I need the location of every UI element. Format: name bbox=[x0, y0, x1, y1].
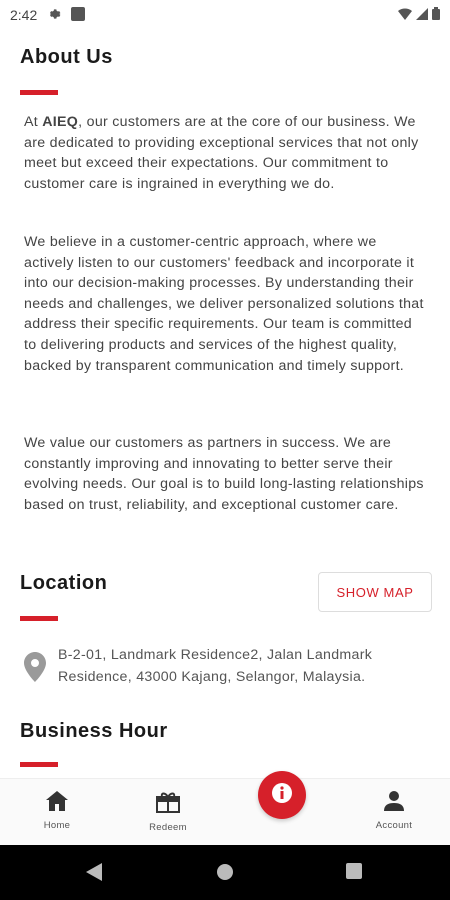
location-title-underline bbox=[20, 616, 58, 621]
home-icon bbox=[46, 791, 68, 816]
info-icon bbox=[271, 782, 293, 809]
about-content[interactable]: About Us At AIEQ, our customers are at t… bbox=[0, 30, 450, 778]
about-paragraph-2: We believe in a customer-centric approac… bbox=[24, 234, 424, 374]
about-p1-rest: , our customers are at the core of our b… bbox=[24, 114, 419, 192]
about-paragraph-1: At AIEQ, our customers are at the core o… bbox=[24, 112, 424, 194]
address-row: B-2-01, Landmark Residence2, Jalan Landm… bbox=[24, 644, 434, 688]
account-icon bbox=[384, 791, 404, 816]
business-hour-underline bbox=[20, 762, 58, 767]
gear-icon bbox=[47, 7, 61, 24]
nav-account[interactable]: Account bbox=[354, 791, 434, 831]
battery-icon bbox=[432, 7, 440, 23]
nav-home[interactable]: Home bbox=[17, 791, 97, 831]
business-hour-title: Business Hour bbox=[20, 720, 168, 742]
address-text: B-2-01, Landmark Residence2, Jalan Landm… bbox=[58, 647, 373, 685]
home-circle-icon[interactable] bbox=[216, 863, 234, 886]
show-map-button[interactable]: SHOW MAP bbox=[318, 572, 432, 612]
about-paragraph-3: We value our customers as partners in su… bbox=[24, 435, 424, 513]
signal-icon bbox=[416, 7, 428, 23]
system-nav-bar bbox=[0, 845, 450, 900]
location-title: Location bbox=[20, 572, 108, 594]
redeem-icon bbox=[156, 791, 180, 818]
brand-name: AIEQ bbox=[42, 114, 79, 130]
bottom-nav: Home Redeem Account bbox=[0, 778, 450, 846]
recents-icon[interactable] bbox=[346, 863, 362, 884]
back-icon[interactable] bbox=[86, 863, 102, 886]
nav-redeem-label: Redeem bbox=[149, 822, 187, 833]
nav-account-label: Account bbox=[375, 820, 413, 831]
info-fab-button[interactable] bbox=[258, 771, 306, 819]
status-bar: 2:42 bbox=[0, 0, 450, 30]
location-pin-icon bbox=[24, 652, 46, 688]
status-right bbox=[398, 7, 440, 23]
about-title: About Us bbox=[20, 46, 113, 68]
status-left: 2:42 bbox=[10, 6, 86, 24]
about-p1-prefix: At bbox=[24, 114, 43, 130]
about-title-underline bbox=[20, 90, 58, 95]
nav-redeem[interactable]: Redeem bbox=[128, 791, 208, 833]
wifi-icon bbox=[398, 7, 412, 23]
status-time: 2:42 bbox=[10, 7, 38, 23]
app-icon bbox=[71, 6, 86, 24]
nav-home-label: Home bbox=[43, 820, 71, 831]
